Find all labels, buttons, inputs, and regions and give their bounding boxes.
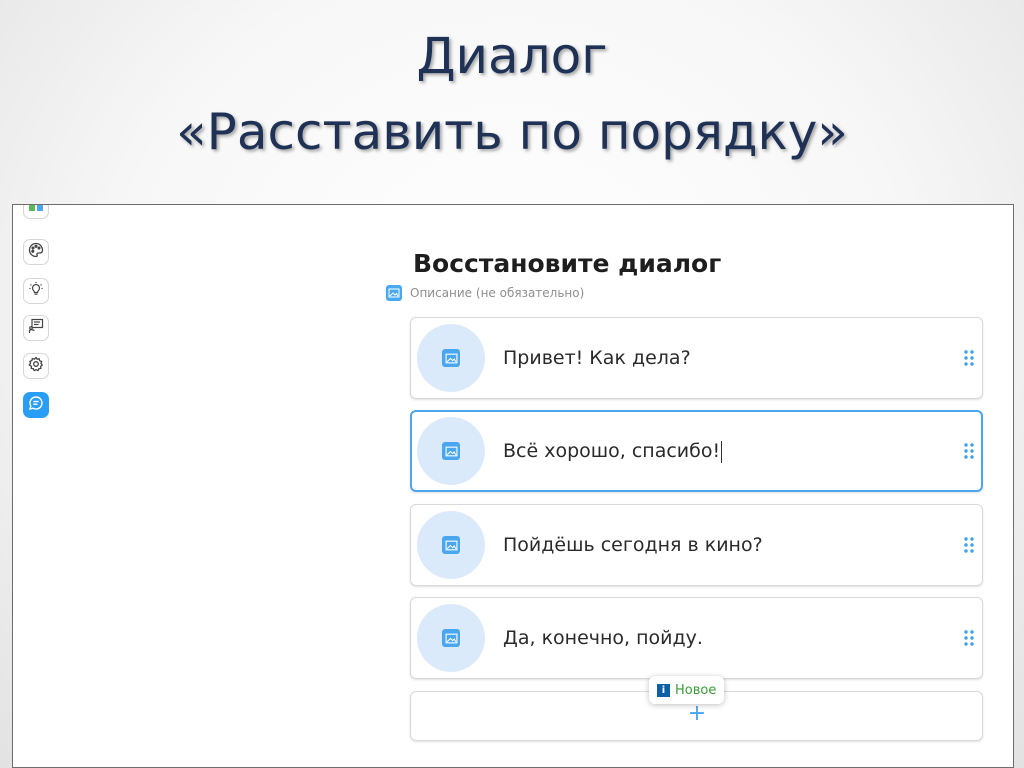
new-item-label: Новое <box>675 682 717 698</box>
dialog-item-1[interactable]: Привет! Как дела? <box>410 317 983 399</box>
slide-title-line-2: «Расставить по порядку» <box>176 103 848 161</box>
avatar[interactable] <box>417 417 485 485</box>
avatar[interactable] <box>417 604 485 672</box>
palette-tool-button[interactable] <box>23 239 49 265</box>
dialog-item-text-editing[interactable]: Всё хорошо, спасибо! <box>503 412 723 490</box>
drag-handle-icon[interactable] <box>964 630 974 646</box>
image-icon <box>442 536 460 554</box>
lightbulb-icon <box>28 281 44 301</box>
dialog-tool-button[interactable] <box>23 392 49 418</box>
drag-handle-icon[interactable] <box>964 350 974 366</box>
text-caret <box>721 440 723 463</box>
dialog-item-3[interactable]: Пойдёшь сегодня в кино? <box>410 504 983 586</box>
description-row[interactable]: Описание (не обязательно) <box>386 285 584 301</box>
apps-icon <box>28 205 44 216</box>
dialog-item-text[interactable]: Всё хорошо, спасибо! <box>503 440 720 462</box>
apps-tool-button[interactable] <box>23 205 49 219</box>
slide-title-line-1: Диалог <box>416 27 608 85</box>
presentation-icon <box>28 318 44 338</box>
dialog-item-text[interactable]: Пойдёшь сегодня в кино? <box>503 505 763 585</box>
avatar[interactable] <box>417 511 485 579</box>
presentation-tool-button[interactable] <box>23 315 49 341</box>
image-icon <box>442 442 460 460</box>
palette-icon <box>28 242 44 262</box>
dialog-item-text[interactable]: Привет! Как дела? <box>503 318 691 398</box>
editor-screenshot: Восстановите диалог Описание (не обязате… <box>12 204 1014 768</box>
dialog-item-text[interactable]: Да, конечно, пойду. <box>503 598 703 678</box>
dialog-item-4[interactable]: Да, конечно, пойду. <box>410 597 983 679</box>
plus-icon[interactable]: + <box>687 703 707 725</box>
avatar[interactable] <box>417 324 485 392</box>
new-item-tooltip: i Новое <box>649 676 725 704</box>
settings-tool-button[interactable] <box>23 353 49 379</box>
slide-title: Диалог «Расставить по порядку» <box>0 18 1024 170</box>
description-placeholder[interactable]: Описание (не обязательно) <box>410 286 584 300</box>
exercise-heading[interactable]: Восстановите диалог <box>413 249 721 278</box>
image-icon[interactable] <box>386 285 402 301</box>
gear-icon <box>28 356 44 376</box>
hint-tool-button[interactable] <box>23 278 49 304</box>
drag-handle-icon[interactable] <box>964 443 974 459</box>
image-icon <box>442 349 460 367</box>
dialog-item-2[interactable]: Всё хорошо, спасибо! <box>410 410 983 492</box>
image-icon <box>442 629 460 647</box>
drag-handle-icon[interactable] <box>964 537 974 553</box>
chat-icon <box>28 395 44 415</box>
info-icon: i <box>657 683 670 697</box>
